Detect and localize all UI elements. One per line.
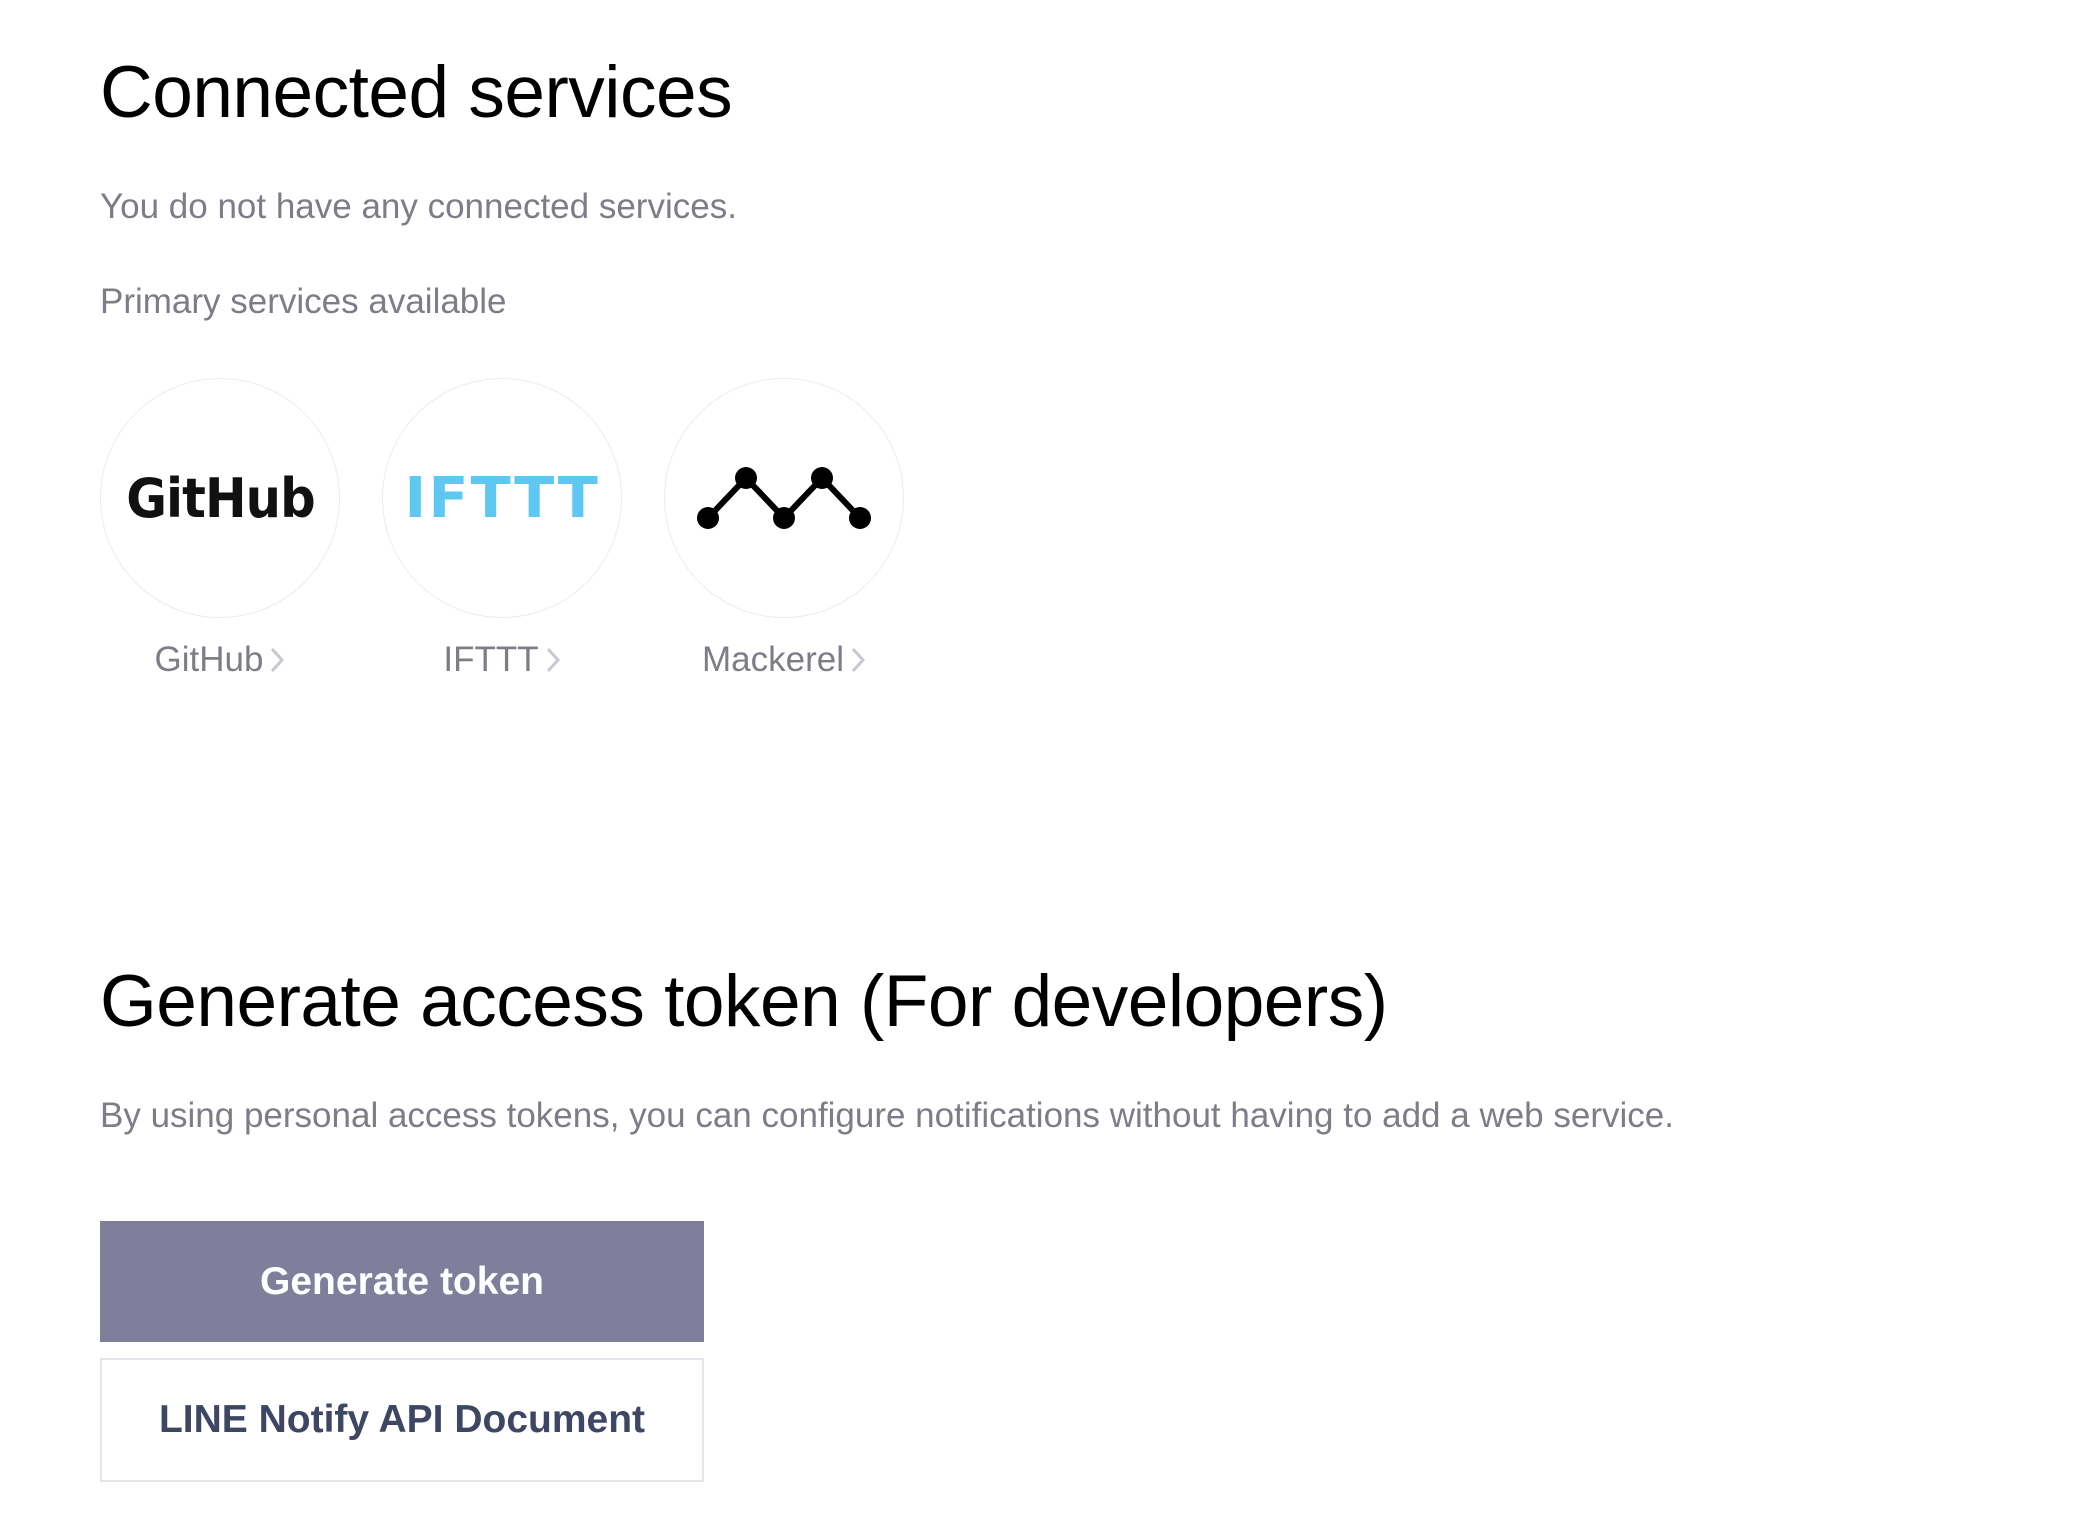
service-github[interactable]: GitHub GitHub: [100, 378, 340, 680]
service-ifttt[interactable]: IFTTT IFTTT: [382, 378, 622, 680]
service-ifttt-label: IFTTT: [443, 640, 539, 679]
chevron-right-icon: [851, 647, 866, 673]
mackerel-logo-icon: [697, 467, 871, 529]
service-github-link[interactable]: GitHub: [155, 640, 286, 680]
github-logo-icon: GitHub: [125, 466, 315, 530]
service-ifttt-link[interactable]: IFTTT: [443, 640, 560, 680]
api-document-button[interactable]: LINE Notify API Document: [100, 1358, 704, 1482]
no-services-message: You do not have any connected services.: [100, 187, 737, 226]
generate-token-title: Generate access token (For developers): [100, 961, 1388, 1042]
primary-services-label: Primary services available: [100, 282, 507, 321]
ifttt-logo-circle[interactable]: IFTTT: [382, 378, 622, 618]
github-logo-circle[interactable]: GitHub: [100, 378, 340, 618]
service-list: GitHub GitHub IFTTT IFTTT Mackerel: [100, 378, 904, 680]
service-mackerel[interactable]: Mackerel: [664, 378, 904, 680]
chevron-right-icon: [271, 647, 285, 673]
chevron-right-icon: [546, 647, 560, 673]
service-mackerel-link[interactable]: Mackerel: [702, 640, 866, 680]
service-mackerel-label: Mackerel: [702, 640, 844, 679]
ifttt-logo-icon: IFTTT: [404, 465, 600, 531]
connected-services-title: Connected services: [100, 52, 733, 133]
service-github-label: GitHub: [154, 640, 264, 679]
token-description: By using personal access tokens, you can…: [100, 1096, 1674, 1135]
generate-token-button[interactable]: Generate token: [100, 1221, 704, 1342]
mackerel-logo-circle[interactable]: [664, 378, 904, 618]
